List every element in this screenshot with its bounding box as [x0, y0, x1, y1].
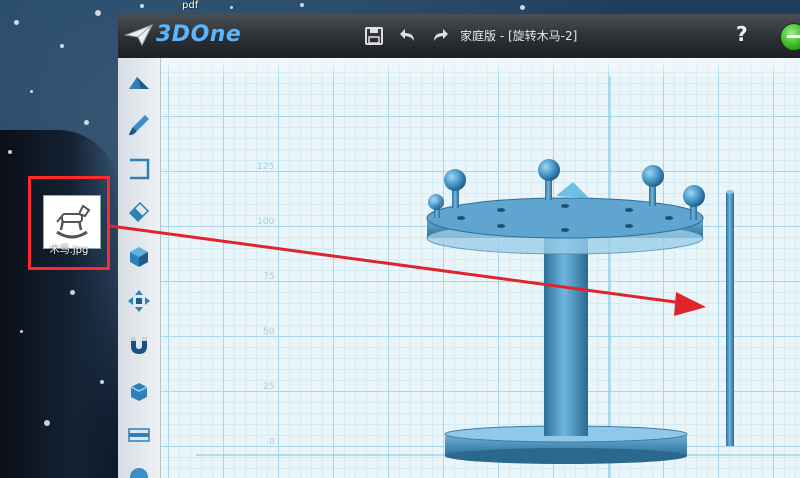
arrow-line: [109, 224, 691, 306]
arrow-head-icon: [674, 292, 706, 316]
annotation-arrow: [109, 224, 706, 316]
